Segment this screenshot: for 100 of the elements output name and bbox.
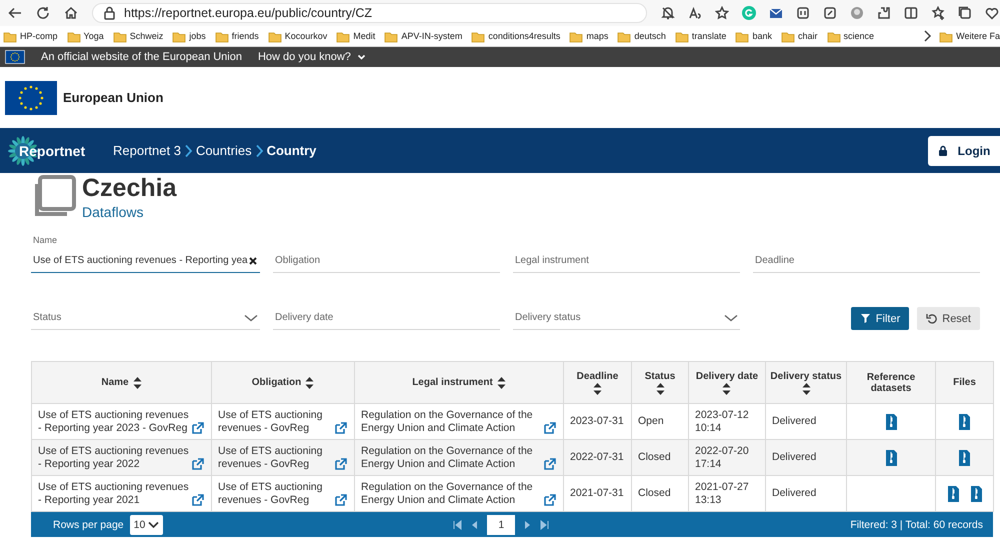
- input-field[interactable]: Obligation: [273, 249, 500, 273]
- bookmark[interactable]: maps: [569, 30, 608, 42]
- last-page-icon[interactable]: [540, 520, 550, 530]
- extension-icon[interactable]: [823, 6, 837, 20]
- site-title: European Union: [63, 90, 164, 105]
- eu-flag-icon: [5, 50, 25, 64]
- filter-icon: [860, 313, 871, 324]
- page-number[interactable]: 1: [487, 514, 516, 534]
- eu-flag-icon[interactable]: [5, 80, 57, 114]
- heart-icon[interactable]: [985, 6, 999, 20]
- previous-page-icon[interactable]: [470, 520, 480, 530]
- external-link-icon[interactable]: [543, 420, 557, 434]
- bookmark[interactable]: chair: [780, 30, 818, 42]
- bookmark[interactable]: jobs: [172, 30, 206, 42]
- collections-icon[interactable]: [958, 6, 972, 20]
- bookmark[interactable]: translate: [674, 30, 726, 42]
- external-link-icon[interactable]: [334, 456, 348, 470]
- column-header[interactable]: Status: [632, 362, 688, 404]
- column-header[interactable]: Obligation: [212, 362, 354, 404]
- bookmark[interactable]: bank: [735, 30, 772, 42]
- star-icon[interactable]: [715, 6, 729, 20]
- zip-file-icon[interactable]: [970, 486, 982, 502]
- zip-file-icon[interactable]: [958, 414, 971, 430]
- folder-icon: [735, 30, 750, 42]
- favorites-icon[interactable]: [931, 6, 945, 20]
- breadcrumb-link[interactable]: Countries: [196, 143, 252, 158]
- folder-icon: [674, 30, 689, 42]
- sort-icon[interactable]: [593, 382, 602, 394]
- input-field[interactable]: Use of ETS auctioning revenues - Reporting yea: [31, 249, 260, 273]
- sort-icon[interactable]: [802, 382, 810, 394]
- column-header[interactable]: Legal instrument: [354, 362, 564, 404]
- filter-button[interactable]: Filter: [850, 307, 910, 330]
- first-page-icon[interactable]: [453, 520, 462, 530]
- sort-icon[interactable]: [656, 382, 664, 394]
- reset-button[interactable]: Reset: [917, 307, 980, 330]
- input-field[interactable]: Legal instrument: [513, 249, 740, 273]
- back-icon[interactable]: [8, 6, 22, 20]
- bookmark[interactable]: Yoga: [66, 30, 104, 42]
- dropdown-field[interactable]: Delivery status: [513, 306, 740, 330]
- column-header[interactable]: Deadline: [564, 362, 632, 404]
- refresh-icon[interactable]: [36, 6, 50, 20]
- bell-slash-icon[interactable]: [661, 6, 675, 20]
- table-cell: 2022-07-20 17:14: [688, 440, 766, 476]
- input-field[interactable]: Deadline: [753, 249, 980, 273]
- zip-file-icon[interactable]: [958, 450, 971, 466]
- bookmark[interactable]: APV-IN-system: [384, 30, 462, 42]
- bookmark[interactable]: deutsch: [617, 30, 666, 42]
- lock-icon: [938, 144, 948, 156]
- rows-per-page-dropdown[interactable]: 10: [130, 514, 164, 534]
- clear-icon[interactable]: [248, 256, 258, 266]
- read-aloud-icon[interactable]: [688, 6, 702, 20]
- column-header[interactable]: Delivery date: [688, 362, 766, 404]
- extension-icon[interactable]: [796, 6, 810, 20]
- external-link-icon[interactable]: [543, 456, 557, 470]
- folder-icon: [384, 30, 398, 42]
- breadcrumb-link[interactable]: Reportnet 3: [113, 143, 181, 158]
- external-link-icon[interactable]: [191, 456, 205, 470]
- bookmark[interactable]: Medit: [336, 30, 376, 42]
- bookmark[interactable]: HP-comp: [3, 30, 58, 42]
- external-link-icon[interactable]: [334, 420, 348, 434]
- zip-file-icon[interactable]: [946, 486, 960, 502]
- external-link-icon[interactable]: [191, 492, 205, 506]
- chevron-down-icon[interactable]: [244, 313, 258, 322]
- column-header[interactable]: Delivery status: [766, 362, 846, 404]
- login-button[interactable]: Login: [928, 136, 1000, 166]
- bookmark[interactable]: Kocourkov: [268, 30, 328, 42]
- dropdown-field[interactable]: Status: [31, 306, 260, 330]
- folder-icon: [336, 30, 350, 42]
- folder-icon: [268, 30, 282, 42]
- bookmark[interactable]: friends: [214, 30, 259, 42]
- folder-icon: [569, 30, 584, 42]
- sort-icon[interactable]: [132, 376, 142, 388]
- folder-icon: [172, 30, 186, 42]
- external-link-icon[interactable]: [543, 492, 557, 506]
- sort-icon[interactable]: [305, 376, 314, 388]
- brand-name[interactable]: Reportnet: [19, 142, 86, 158]
- bookmark[interactable]: conditions4results: [471, 30, 560, 42]
- bookmark[interactable]: Weitere Fa: [939, 30, 1000, 42]
- next-page-icon[interactable]: [523, 520, 532, 530]
- mail-icon[interactable]: [769, 6, 783, 20]
- page-subtitle: Dataflows: [82, 204, 144, 220]
- sort-icon[interactable]: [496, 376, 506, 388]
- zip-file-icon[interactable]: [884, 414, 898, 430]
- external-link-icon[interactable]: [191, 420, 205, 434]
- bookmark[interactable]: science: [826, 30, 874, 42]
- folder-icon: [66, 30, 81, 42]
- field-label: Name: [33, 235, 58, 245]
- external-link-icon[interactable]: [334, 492, 348, 506]
- table-cell: Delivered: [766, 440, 846, 476]
- column-header[interactable]: Name: [32, 362, 212, 404]
- zip-file-icon[interactable]: [884, 450, 898, 466]
- home-icon[interactable]: [64, 6, 78, 20]
- sort-icon[interactable]: [722, 382, 732, 394]
- folder-icon: [617, 30, 632, 42]
- how-do-you-know-link[interactable]: How do you know?: [258, 51, 366, 63]
- input-field[interactable]: Delivery date: [273, 306, 500, 330]
- split-screen-icon[interactable]: [904, 6, 918, 20]
- bookmark[interactable]: Schweiz: [112, 30, 164, 42]
- chevron-down-icon[interactable]: [724, 313, 738, 322]
- address-bar[interactable]: https://reportnet.europa.eu/public/country/CZ: [92, 3, 647, 23]
